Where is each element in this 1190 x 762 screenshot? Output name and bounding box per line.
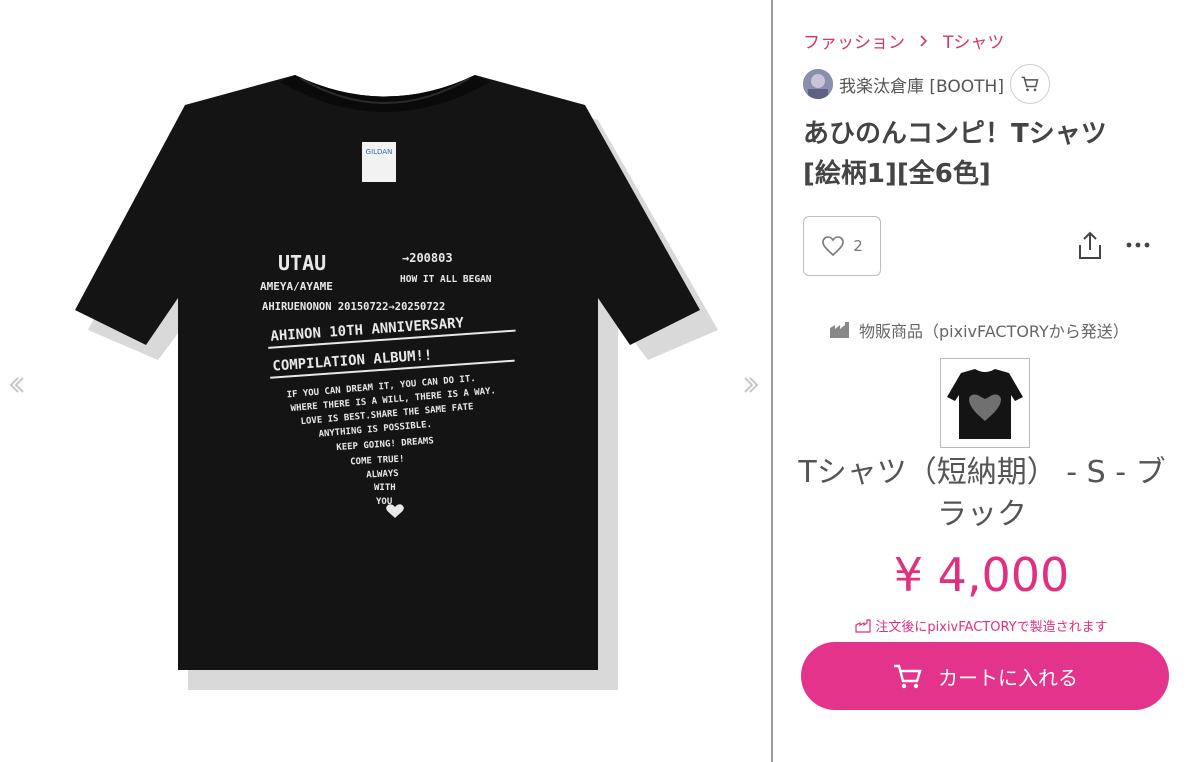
next-image-button[interactable] (740, 370, 764, 400)
shop-avatar[interactable] (803, 69, 833, 99)
factory-note: 注文後にpixivFACTORYで製造されます (773, 616, 1190, 635)
variant-thumbnail[interactable] (940, 358, 1030, 448)
breadcrumb: ファッション Tシャツ (803, 28, 1004, 53)
print-date2: AHIRUENONON 20150722→20250722 (262, 301, 445, 313)
product-title: あひのんコンピ！Tシャツ [絵柄1][全6色] (803, 114, 1173, 194)
shipping-info: 物販商品（pixivFACTORYから発送） (829, 318, 1129, 342)
product-main-image: GILDAN UTAU AMEYA/AYAME →200803 HOW IT A… (50, 70, 730, 700)
product-title-line2: [絵柄1][全6色] (803, 159, 991, 189)
share-button[interactable] (1075, 230, 1105, 262)
print-ameya: AMEYA/AYAME (260, 280, 333, 293)
variant-name: Tシャツ（短納期） - S - ブ ラック (797, 452, 1167, 536)
product-info-panel: ファッション Tシャツ 我楽汰倉庫 [BOOTH] あひのんコンピ！Tシャツ [… (773, 0, 1190, 762)
more-options-button[interactable] (1123, 230, 1153, 260)
factory-icon (855, 618, 871, 633)
factory-note-text: 注文後にpixivFACTORYで製造されます (875, 620, 1108, 635)
shop-info: 我楽汰倉庫 [BOOTH] (803, 64, 1050, 104)
share-icon (1079, 231, 1101, 259)
print-date1: →200803 (402, 251, 453, 265)
factory-icon (830, 322, 849, 338)
variant-name-line2: ラック (937, 497, 1027, 532)
price: ¥ 4,000 (893, 548, 1070, 602)
breadcrumb-category[interactable]: ファッション (803, 28, 905, 53)
shipping-type: 物販商品（pixivFACTORYから発送） (859, 322, 1129, 341)
add-to-cart-button[interactable]: カートに入れる (801, 642, 1169, 710)
add-to-cart-label: カートに入れる (938, 665, 1078, 690)
image-gallery: GILDAN UTAU AMEYA/AYAME →200803 HOW IT A… (0, 0, 772, 762)
more-icon (1126, 242, 1150, 248)
print-line-8: WITH (374, 483, 396, 493)
shop-cart-button[interactable] (1009, 64, 1050, 104)
product-title-line1: あひのんコンピ！Tシャツ (803, 119, 1107, 149)
heart-icon (822, 236, 845, 257)
chevron-right-icon (920, 34, 928, 47)
shop-name[interactable]: 我楽汰倉庫 [BOOTH] (839, 72, 1004, 97)
print-began: HOW IT ALL BEGAN (400, 274, 492, 285)
print-utau: UTAU (278, 251, 326, 275)
cart-icon (894, 664, 922, 689)
chevron-left-icon (9, 377, 24, 393)
breadcrumb-subcategory[interactable]: Tシャツ (943, 28, 1004, 53)
variant-name-line1: Tシャツ（短納期） - S - ブ (798, 455, 1166, 490)
tshirt-image: GILDAN UTAU AMEYA/AYAME →200803 HOW IT A… (75, 75, 718, 700)
prev-image-button[interactable] (4, 370, 28, 400)
chevron-right-icon (744, 377, 759, 393)
like-count: 2 (853, 237, 863, 255)
like-button[interactable]: 2 (803, 216, 881, 276)
print-line-7: ALWAYS (366, 469, 399, 481)
cart-icon (1021, 76, 1039, 92)
tag-brand: GILDAN (366, 148, 393, 156)
